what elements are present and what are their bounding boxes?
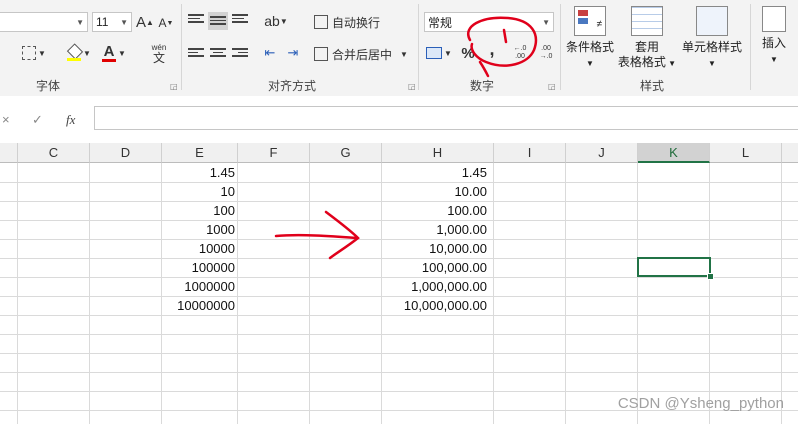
annotation-tick [502,28,508,44]
annotation-circle [467,16,538,78]
annotation-arrow [274,210,360,260]
annotation-layer [274,16,538,260]
watermark: CSDN @Ysheng_python [617,395,784,412]
